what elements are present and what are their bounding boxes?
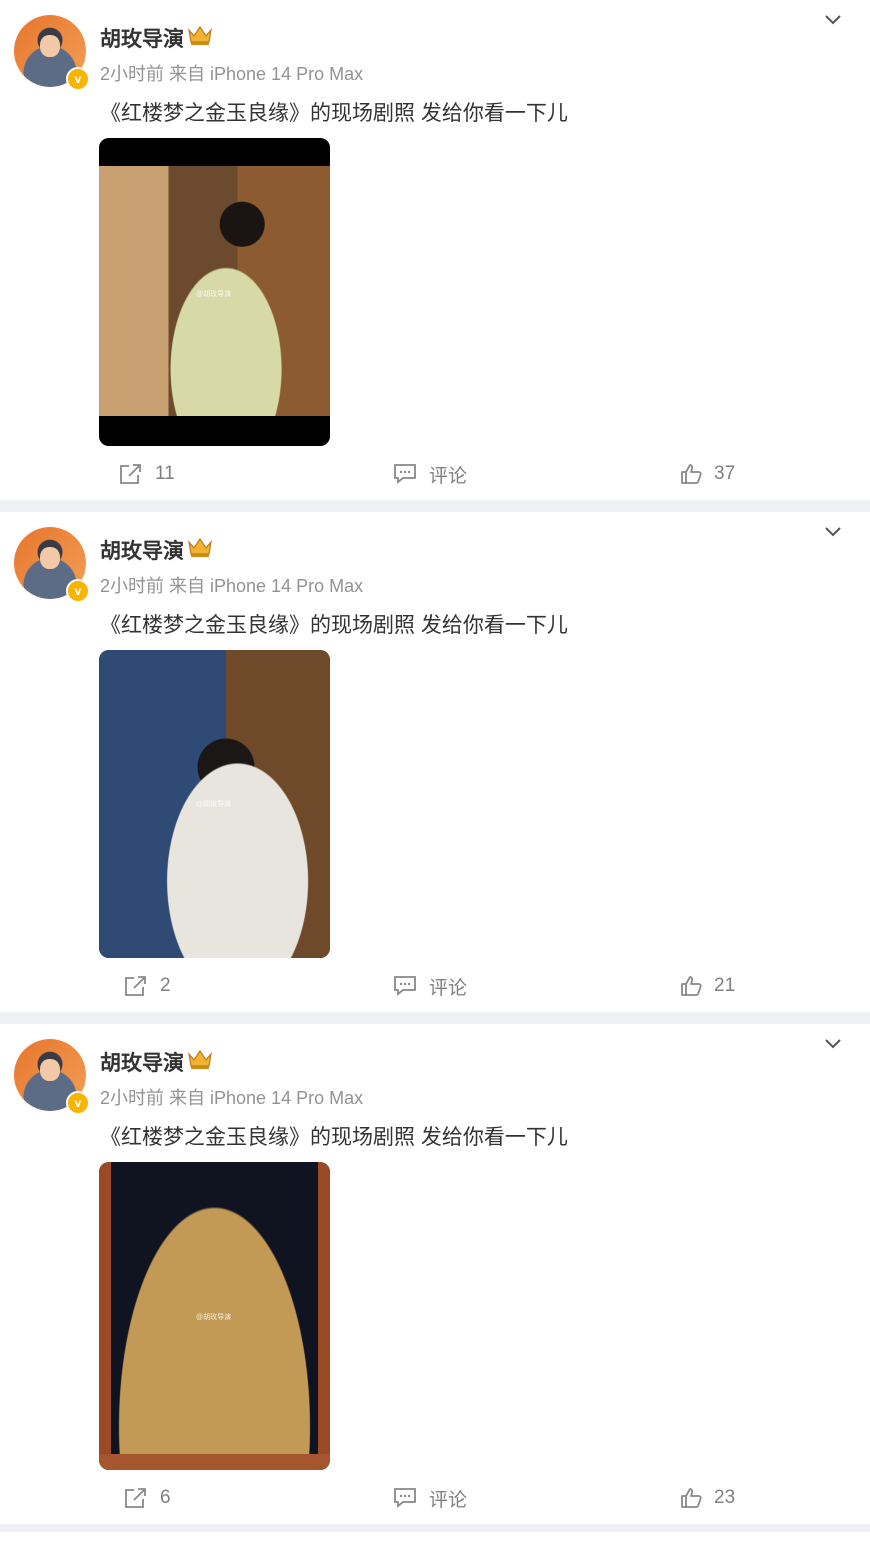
repost-icon [125, 1488, 146, 1508]
post-actions: 6 评论 23 [0, 1482, 870, 1514]
crown-icon [188, 25, 212, 45]
like-count: 23 [714, 1487, 736, 1508]
post-photo[interactable]: @胡玫导演 [99, 650, 330, 958]
weibo-feed: v 胡玫导演 2小时前 来自 iPhone 14 Pro Max 《红楼梦之金玉… [0, 0, 870, 1532]
comment-button[interactable]: 评论 [393, 970, 467, 1002]
verified-badge-icon: v [66, 579, 90, 603]
comment-label: 评论 [429, 1489, 468, 1511]
crown-icon [188, 1049, 212, 1069]
avatar-face [40, 547, 60, 569]
comment-button[interactable]: 评论 [393, 458, 467, 490]
like-count: 37 [714, 463, 736, 484]
post-meta: 2小时前 来自 iPhone 14 Pro Max [100, 1088, 364, 1108]
post-meta: 2小时前 来自 iPhone 14 Pro Max [100, 64, 364, 84]
repost-count: 2 [160, 975, 171, 996]
chevron-down-icon[interactable] [822, 522, 844, 540]
like-button[interactable]: 23 [680, 1482, 735, 1514]
verified-badge-icon: v [66, 67, 90, 91]
repost-count: 11 [155, 463, 175, 484]
chevron-down-icon[interactable] [822, 1034, 844, 1052]
post-meta: 2小时前 来自 iPhone 14 Pro Max [100, 576, 364, 596]
avatar[interactable]: v [14, 1039, 90, 1115]
comment-label: 评论 [429, 977, 468, 999]
repost-icon [120, 464, 141, 484]
like-button[interactable]: 37 [680, 458, 735, 490]
avatar-face [40, 1059, 60, 1081]
post-card: v 胡玫导演 2小时前 来自 iPhone 14 Pro Max 《红楼梦之金玉… [0, 512, 870, 1012]
author-name[interactable]: 胡玫导演 [100, 1047, 184, 1077]
post-separator [0, 1524, 870, 1532]
avatar-face [40, 35, 60, 57]
like-icon [681, 1488, 702, 1508]
photo-watermark: @胡玫导演 [196, 291, 232, 298]
like-icon [681, 464, 702, 484]
chevron-down-icon[interactable] [822, 10, 844, 28]
comment-icon [394, 1488, 416, 1508]
repost-count: 6 [160, 1487, 171, 1508]
post-photo[interactable]: @胡玫导演 [99, 138, 330, 446]
post-text: 《红楼梦之金玉良缘》的现场剧照 发给你看一下儿 [100, 1126, 568, 1149]
repost-icon [125, 976, 146, 996]
post-text: 《红楼梦之金玉良缘》的现场剧照 发给你看一下儿 [100, 102, 568, 125]
photo-watermark: @胡玫导演 [196, 801, 232, 808]
comment-icon [394, 976, 416, 996]
post-separator [0, 1012, 870, 1024]
repost-button[interactable]: 2 [124, 970, 171, 1002]
comment-label: 评论 [429, 465, 468, 487]
post-actions: 2 评论 21 [0, 970, 870, 1002]
avatar[interactable]: v [14, 527, 90, 603]
post-card: v 胡玫导演 2小时前 来自 iPhone 14 Pro Max 《红楼梦之金玉… [0, 1024, 870, 1524]
author-name[interactable]: 胡玫导演 [100, 535, 184, 565]
post-photo[interactable]: @胡玫导演 [99, 1162, 330, 1470]
author-name[interactable]: 胡玫导演 [100, 23, 184, 53]
repost-button[interactable]: 11 [119, 458, 175, 490]
post-card: v 胡玫导演 2小时前 来自 iPhone 14 Pro Max 《红楼梦之金玉… [0, 0, 870, 500]
avatar[interactable]: v [14, 15, 90, 91]
comment-icon [394, 464, 416, 484]
repost-button[interactable]: 6 [124, 1482, 171, 1514]
like-icon [681, 976, 702, 996]
like-count: 21 [714, 975, 736, 996]
verified-badge-icon: v [66, 1091, 90, 1115]
post-separator [0, 500, 870, 512]
post-text: 《红楼梦之金玉良缘》的现场剧照 发给你看一下儿 [100, 614, 568, 637]
post-actions: 11 评论 37 [0, 458, 870, 490]
crown-icon [188, 537, 212, 557]
photo-watermark: @胡玫导演 [196, 1314, 232, 1321]
comment-button[interactable]: 评论 [393, 1482, 467, 1514]
like-button[interactable]: 21 [680, 970, 735, 1002]
